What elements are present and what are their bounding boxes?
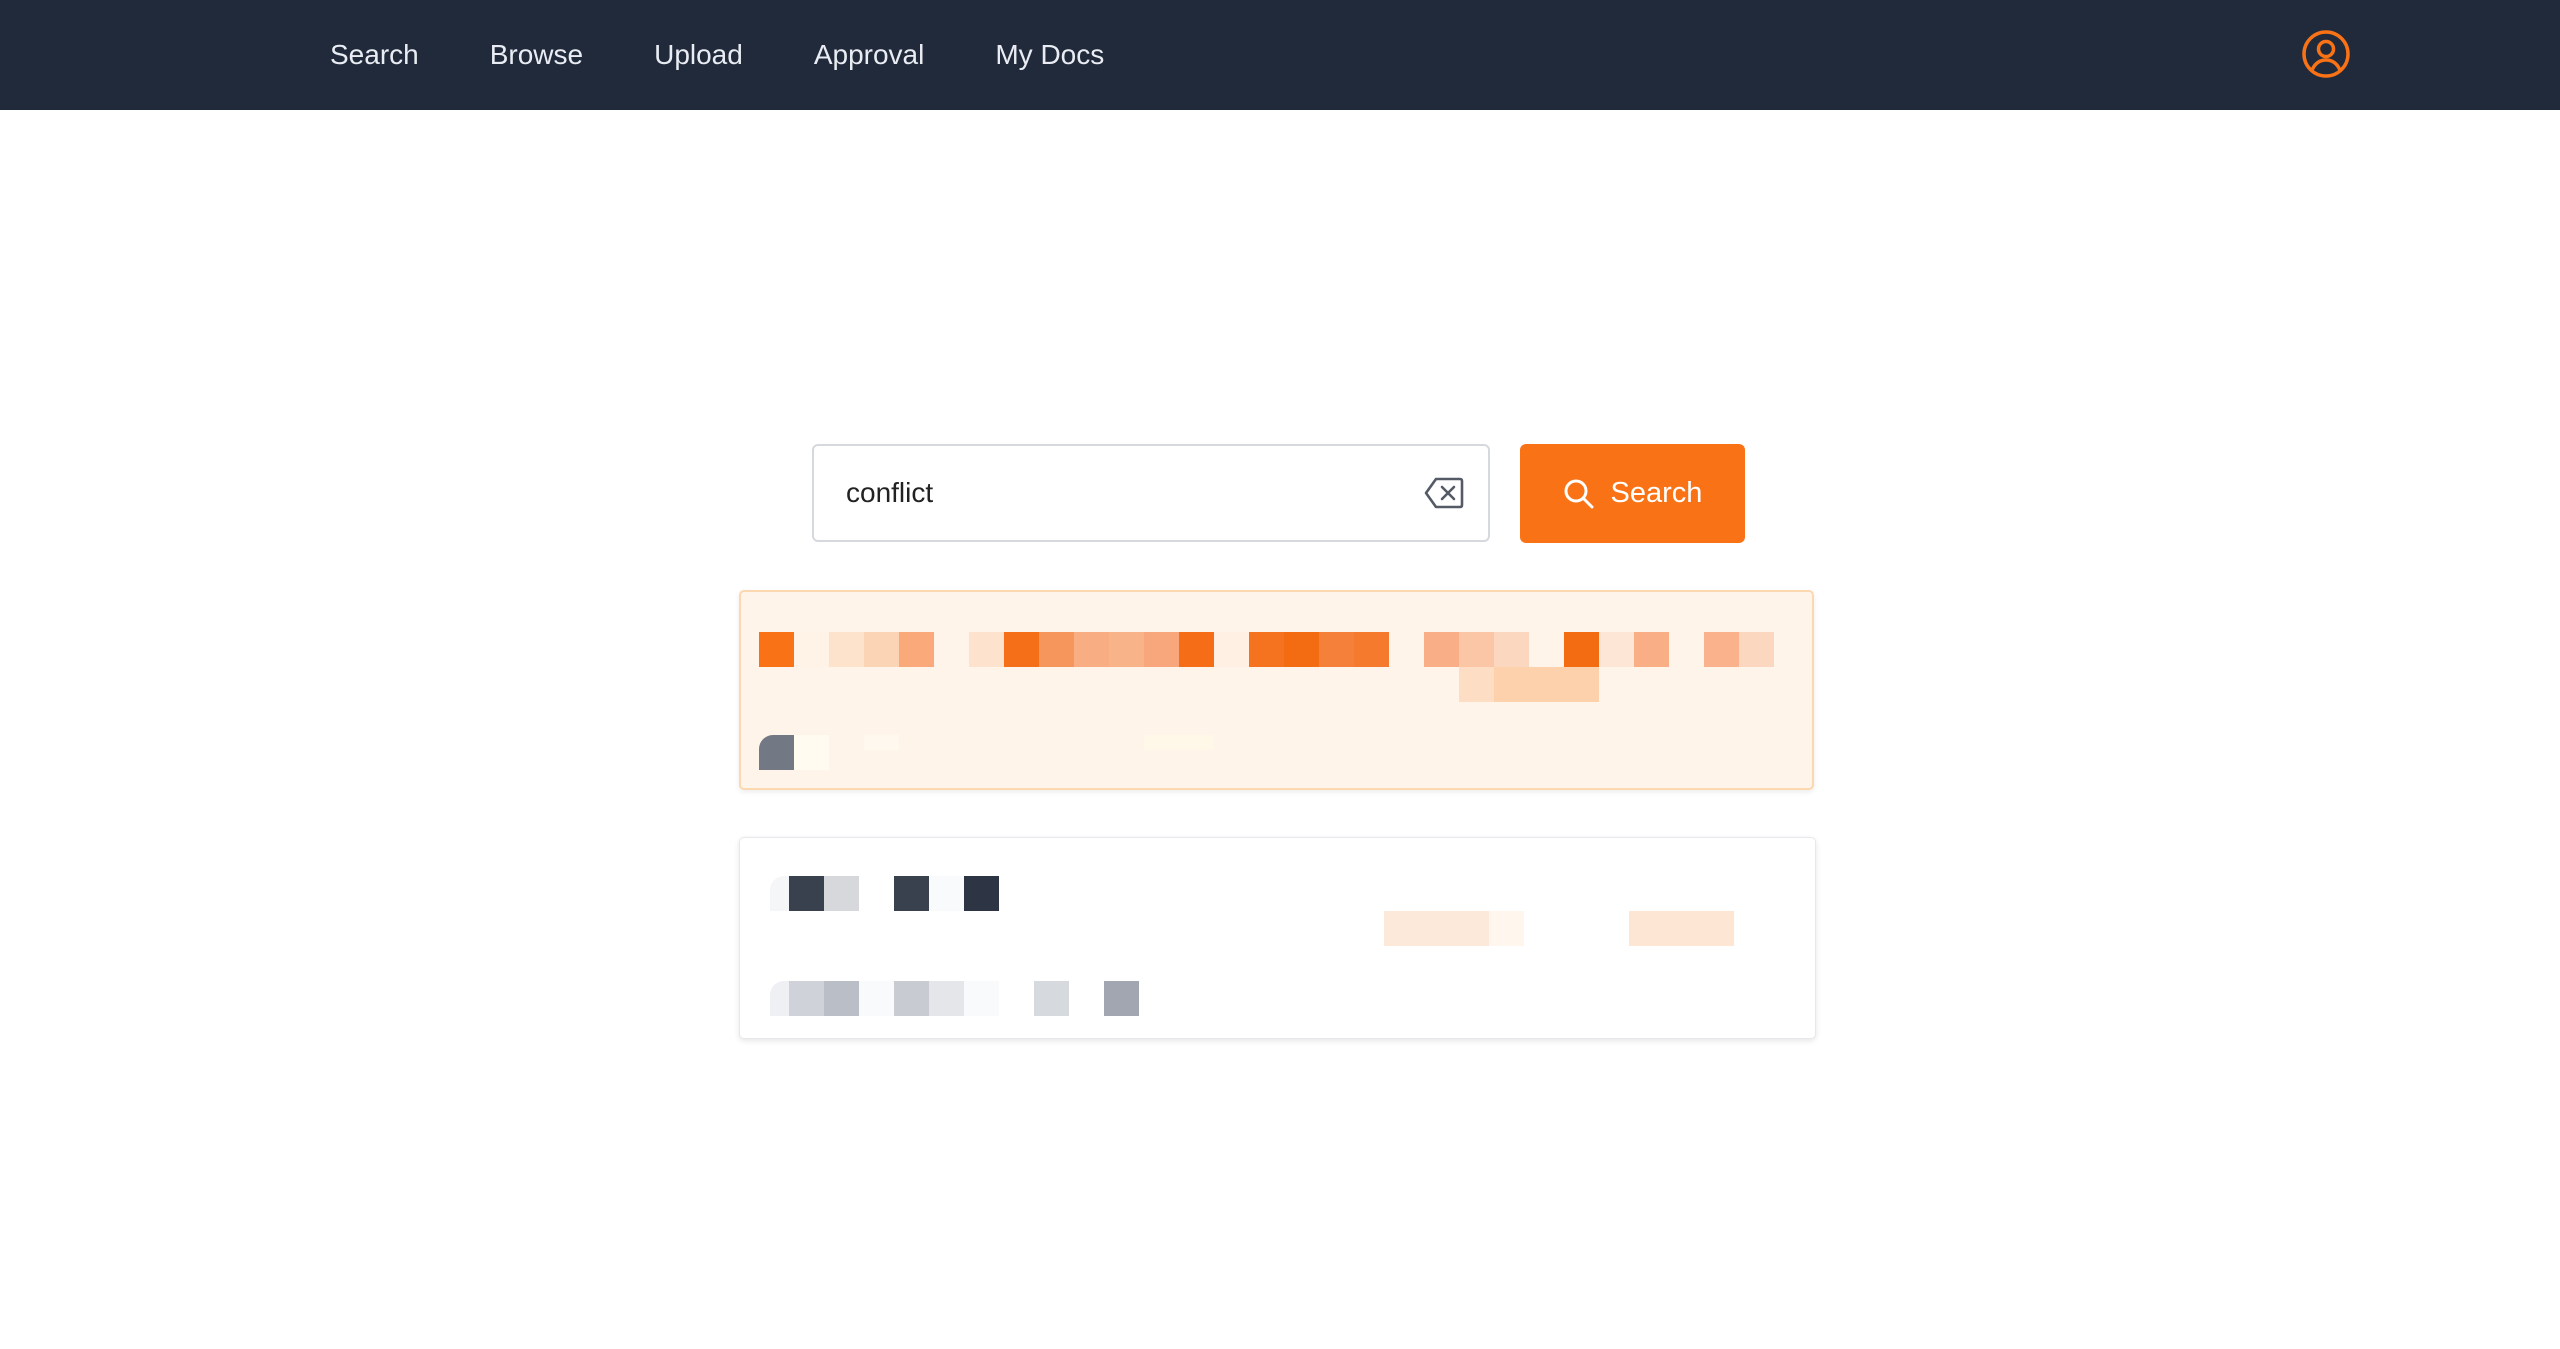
search-field xyxy=(812,444,1490,542)
search-result-card[interactable]: normal xyxy=(739,837,1816,1039)
nav-item-search[interactable]: Search xyxy=(330,39,419,71)
backspace-clear-icon[interactable] xyxy=(1424,476,1464,510)
search-result-card-highlighted[interactable]: highlighted xyxy=(739,590,1814,790)
nav-item-approval[interactable]: Approval xyxy=(814,39,925,71)
search-button-label: Search xyxy=(1610,477,1703,509)
search-input[interactable] xyxy=(846,446,1406,540)
nav-item-browse[interactable]: Browse xyxy=(490,39,583,71)
top-navigation-bar: Search Browse Upload Approval My Docs xyxy=(0,0,2560,110)
redacted-result-content xyxy=(760,838,1800,1028)
main-nav: Search Browse Upload Approval My Docs xyxy=(330,0,1175,110)
nav-item-upload[interactable]: Upload xyxy=(654,39,743,71)
user-circle-icon[interactable] xyxy=(2301,29,2351,79)
nav-item-my-docs[interactable]: My Docs xyxy=(995,39,1104,71)
search-icon xyxy=(1564,479,1594,508)
redacted-result-content xyxy=(759,592,1801,782)
search-button[interactable]: Search xyxy=(1520,444,1745,543)
